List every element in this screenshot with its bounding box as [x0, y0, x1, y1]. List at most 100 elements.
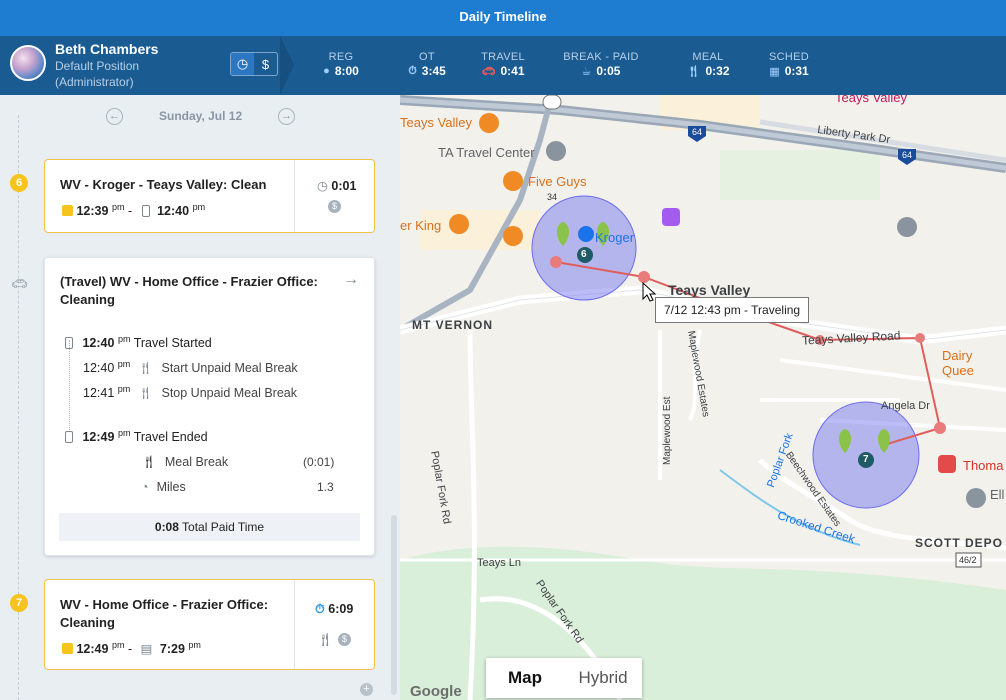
clock-toggle-button[interactable]: ◷ [231, 53, 254, 75]
route-point [638, 271, 650, 283]
school-icon [897, 217, 917, 237]
coffee-icon: ☕︎ [581, 65, 592, 78]
add-entry-button[interactable]: + [360, 683, 373, 696]
app-title-bar: Daily Timeline [0, 0, 1006, 36]
detail-row: 🍴︎ Meal Break [141, 455, 228, 470]
calendar-icon [62, 205, 73, 217]
dollar-icon: $ [328, 200, 341, 213]
map-label: Teays Valley [668, 282, 751, 298]
route-point [915, 333, 925, 343]
entry-number-badge: 7 [10, 594, 28, 612]
travel-event: 12:41 pm 🍴︎ Stop Unpaid Meal Break [83, 381, 297, 401]
entry-number-badge: 6 [10, 174, 28, 192]
total-time-value: 0:08 [154, 520, 179, 534]
detail-value: (0:01) [303, 455, 335, 469]
detail-row: ◔ Miles [141, 480, 186, 494]
restaurant-icon [503, 171, 523, 191]
dollar-toggle-button[interactable]: $ [254, 53, 277, 75]
event-ampm: pm [117, 359, 131, 369]
end-time: 12:40 [157, 204, 190, 219]
next-day-button[interactable]: → [278, 108, 295, 125]
arrow-right-icon[interactable]: → [343, 271, 359, 289]
timeline-entry-card[interactable]: WV - Home Office - Frazier Office: Clean… [44, 579, 375, 670]
entry-duration: 6:09 [328, 602, 354, 616]
map-label: Thoma [963, 458, 1004, 473]
mobile-device-icon [65, 337, 73, 350]
stat-value: 8:00 [334, 64, 359, 78]
mobile-device-icon [141, 205, 150, 218]
map-label: 64 [692, 127, 703, 137]
event-label: Start Unpaid Meal Break [161, 361, 298, 376]
user-position: Default Position [55, 59, 140, 73]
map-label: Ell [990, 487, 1005, 502]
event-time: 12:40 [82, 336, 115, 351]
travel-entry-card[interactable]: (Travel) WV - Home Office - Frazier Offi… [44, 257, 375, 556]
time-separator: - [127, 642, 133, 657]
user-role: (Administrator) [55, 75, 134, 89]
route-point [934, 422, 946, 434]
map-label: Five Guys [528, 174, 587, 189]
entry-title: (Travel) WV - Home Office - Frazier Offi… [60, 274, 318, 307]
end-ampm: pm [188, 640, 201, 650]
clock-icon: ● [323, 65, 330, 77]
event-ampm: pm [117, 384, 131, 394]
stat-value: 0:31 [784, 64, 809, 78]
entry-title: WV - Home Office - Frazier Office: Clean… [60, 597, 269, 630]
avatar[interactable] [10, 45, 46, 81]
clock-icon: ◷ [317, 179, 328, 193]
event-ampm: pm [117, 428, 131, 438]
shopping-icon [662, 208, 680, 226]
map-label: TA Travel Center [438, 145, 535, 160]
travel-event: 12:49 pm Travel Ended [65, 425, 208, 445]
stopwatch-icon: ⏱ [408, 64, 417, 77]
total-paid-time: 0:08 Total Paid Time [59, 513, 360, 541]
total-time-label: Total Paid Time [182, 520, 265, 534]
timeline-scrollbar[interactable] [391, 515, 397, 695]
gas-station-icon [546, 141, 566, 161]
entry-times: 12:49 pm - ▤ 7:29 pm [62, 640, 201, 656]
hybrid-tab[interactable]: Hybrid [564, 658, 642, 698]
prev-day-button[interactable]: ← [106, 108, 123, 125]
stat-meal: MEAL 🍴︎ 0:32 [668, 51, 748, 78]
timeline-entry-card[interactable]: WV - Kroger - Teays Valley: Clean 12:39 … [44, 159, 375, 233]
fork-knife-icon: 🍴︎ [137, 386, 153, 401]
hospital-icon [938, 455, 956, 473]
stat-sched: SCHED ▦ 0:31 [749, 51, 829, 78]
stat-travel: TRAVEL 🚗︎ 0:41 [463, 51, 543, 78]
header-divider-arrow [280, 36, 294, 95]
map-label: 46/2 [959, 555, 977, 565]
stat-label: BREAK - PAID [563, 51, 639, 63]
event-connector [69, 340, 70, 432]
map-tab[interactable]: Map [486, 658, 564, 698]
map-label: Angela Dr [881, 400, 930, 412]
map-label: Teays Ln [477, 557, 522, 569]
stat-reg: REG ● 8:00 [301, 51, 381, 78]
clock-icon: ◷ [236, 56, 249, 71]
fork-knife-icon: 🍴︎ [686, 65, 701, 78]
route-shield [542, 95, 562, 110]
entry-title: WV - Kroger - Teays Valley: Clean [60, 177, 267, 192]
entry-summary-column: ⏱ 6:09 🍴︎ $ [294, 580, 374, 669]
event-time: 12:49 [82, 430, 115, 445]
gauge-icon: ◔ [141, 480, 149, 494]
restaurant-icon [503, 226, 523, 246]
arrow-left-icon: ← [109, 110, 120, 122]
schedule-edit-icon: ▤ [140, 642, 153, 657]
stat-value: 0:05 [596, 64, 621, 78]
dollar-icon: $ [338, 633, 351, 646]
map-view[interactable]: Teays Valley Teays Valley TA Travel Cent… [400, 95, 1006, 700]
car-icon: 🚗︎ [11, 276, 28, 291]
map-label: Teays Valley [835, 95, 908, 105]
date-navigator: ← Sunday, Jul 12 → [0, 108, 400, 128]
start-ampm: pm [111, 640, 125, 650]
stopwatch-icon: ⏱ [315, 602, 325, 616]
event-label: Travel Ended [133, 430, 208, 445]
start-ampm: pm [111, 202, 125, 212]
restaurant-icon [479, 113, 499, 133]
timeline-line [18, 115, 19, 700]
detail-label: Meal Break [164, 455, 229, 469]
start-time: 12:39 [76, 204, 109, 219]
map-type-control: Map Hybrid [486, 658, 642, 698]
stat-label: SCHED [768, 51, 809, 63]
time-separator: - [127, 204, 133, 219]
